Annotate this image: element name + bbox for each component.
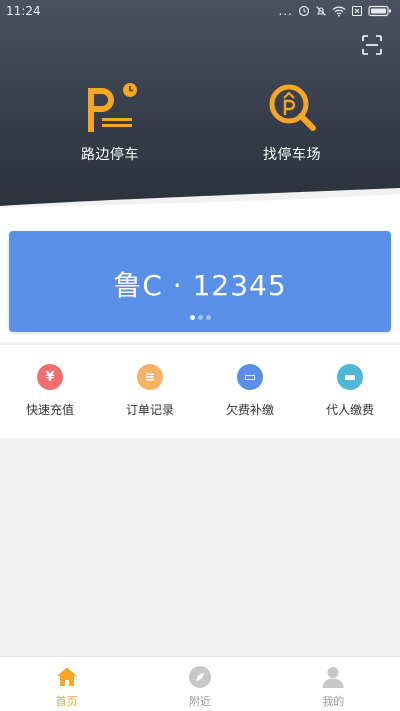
quick-recharge-button[interactable]: ¥ 快速充值 bbox=[0, 345, 100, 438]
roadside-parking-button[interactable]: 路边停车 bbox=[50, 80, 170, 164]
wallet-icon: ▭ bbox=[237, 364, 263, 390]
quick-recharge-label: 快速充值 bbox=[25, 403, 74, 417]
header-wave-divider bbox=[0, 188, 400, 225]
nav-nearby-label: 附近 bbox=[188, 695, 211, 708]
order-list-icon: ≡ bbox=[137, 364, 163, 390]
status-dots: ... bbox=[278, 4, 293, 18]
plate-card[interactable]: 鲁C · 12345 bbox=[9, 231, 391, 332]
card-icon: ▬ bbox=[337, 364, 363, 390]
compass-icon bbox=[188, 666, 211, 688]
nav-mine-label: 我的 bbox=[322, 695, 345, 708]
status-time: 11:24 bbox=[6, 4, 41, 18]
status-icons: ... bbox=[279, 3, 392, 19]
pay-for-others-button[interactable]: ▬ 代人缴费 bbox=[300, 345, 400, 438]
plate-pager bbox=[9, 315, 391, 320]
pager-dot[interactable] bbox=[197, 315, 203, 320]
home-icon bbox=[56, 667, 77, 686]
roadside-parking-label: 路边停车 bbox=[81, 147, 139, 163]
bottom-nav: 首页 附近 我的 bbox=[0, 656, 400, 711]
scan-icon[interactable] bbox=[361, 34, 383, 56]
order-records-button[interactable]: ≡ 订单记录 bbox=[100, 345, 200, 438]
yuan-icon: ¥ bbox=[37, 364, 63, 390]
nav-nearby[interactable]: 附近 bbox=[133, 657, 266, 711]
wifi-icon bbox=[332, 6, 346, 17]
find-parking-lot-label: 找停车场 bbox=[263, 147, 321, 163]
nav-mine[interactable]: 我的 bbox=[267, 657, 400, 711]
quick-actions: ¥ 快速充值 ≡ 订单记录 ▭ 欠费补缴 ▬ 代人缴费 bbox=[0, 345, 400, 438]
find-parking-lot-button[interactable]: 找停车场 bbox=[232, 80, 352, 164]
plate-number: 鲁C · 12345 bbox=[113, 269, 287, 302]
alarm-icon bbox=[298, 5, 310, 17]
pager-dot[interactable] bbox=[205, 315, 211, 320]
user-icon bbox=[322, 667, 344, 688]
sim-icon bbox=[351, 5, 363, 17]
arrears-payment-button[interactable]: ▭ 欠费补缴 bbox=[200, 345, 300, 438]
battery-icon bbox=[368, 5, 391, 17]
find-parking-lot-icon bbox=[269, 84, 316, 131]
pager-dot[interactable] bbox=[189, 315, 195, 320]
nav-home-label: 首页 bbox=[55, 695, 78, 708]
order-records-label: 订单记录 bbox=[125, 403, 174, 417]
app-screen: 11:24 ... 路边停车 找停车场 鲁C · 12345 ¥ 快速充值 ≡ … bbox=[0, 0, 400, 711]
roadside-parking-icon bbox=[88, 83, 137, 132]
nav-home[interactable]: 首页 bbox=[0, 657, 133, 711]
arrears-payment-label: 欠费补缴 bbox=[225, 403, 274, 417]
plate-section: 鲁C · 12345 bbox=[0, 222, 400, 342]
mute-icon bbox=[316, 6, 326, 16]
pay-for-others-label: 代人缴费 bbox=[325, 403, 374, 417]
status-bar: 11:24 ... bbox=[0, 0, 400, 22]
